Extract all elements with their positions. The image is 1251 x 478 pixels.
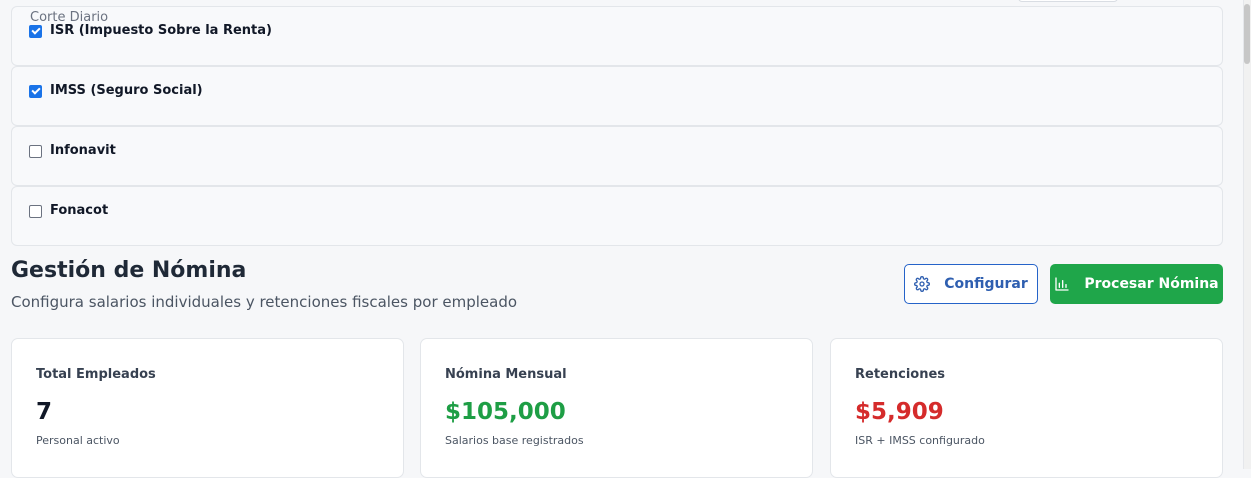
- deductions-list: ISR (Impuesto Sobre la Renta) IMSS (Segu…: [11, 6, 1223, 246]
- stat-label: Nómina Mensual: [445, 367, 567, 382]
- process-payroll-label: Procesar Nómina: [1084, 276, 1219, 292]
- isr-checkbox[interactable]: [29, 25, 42, 38]
- deduction-label: Fonacot: [50, 203, 109, 218]
- deduction-label: ISR (Impuesto Sobre la Renta): [50, 23, 272, 38]
- page-title: Gestión de Nómina: [11, 258, 247, 283]
- stat-label: Retenciones: [855, 367, 946, 382]
- infonavit-checkbox[interactable]: [29, 145, 42, 158]
- stat-sub: Personal activo: [36, 434, 120, 447]
- vertical-scrollbar[interactable]: [1243, 0, 1251, 469]
- configure-button[interactable]: Configurar: [904, 264, 1038, 304]
- stat-value: $105,000: [445, 399, 566, 425]
- stat-sub: ISR + IMSS configurado: [855, 434, 985, 447]
- top-tab-edge[interactable]: [1018, 0, 1118, 2]
- deduction-row-fonacot[interactable]: Fonacot: [11, 186, 1223, 246]
- stat-value: 7: [36, 399, 53, 425]
- deduction-row-infonavit[interactable]: Infonavit: [11, 126, 1223, 186]
- bar-chart-icon: [1054, 276, 1070, 292]
- stat-value: $5,909: [855, 399, 944, 425]
- stat-card-total-employees: Total Empleados 7 Personal activo: [11, 338, 404, 478]
- process-payroll-button[interactable]: Procesar Nómina: [1050, 264, 1223, 304]
- stat-sub: Salarios base registrados: [445, 434, 584, 447]
- gear-icon: [914, 276, 931, 292]
- deduction-row-isr[interactable]: ISR (Impuesto Sobre la Renta): [11, 6, 1223, 66]
- deduction-label: Infonavit: [50, 143, 116, 158]
- scrollbar-thumb[interactable]: [1244, 4, 1250, 64]
- deduction-label: IMSS (Seguro Social): [50, 83, 203, 98]
- stat-card-withholdings: Retenciones $5,909 ISR + IMSS configurad…: [830, 338, 1223, 478]
- corte-diario-label: Corte Diario: [30, 10, 109, 25]
- deduction-row-imss[interactable]: IMSS (Seguro Social): [11, 66, 1223, 126]
- stat-card-monthly-payroll: Nómina Mensual $105,000 Salarios base re…: [420, 338, 813, 478]
- imss-checkbox[interactable]: [29, 85, 42, 98]
- configure-button-label: Configurar: [944, 276, 1028, 292]
- page-subtitle: Configura salarios individuales y retenc…: [11, 293, 518, 311]
- stat-label: Total Empleados: [36, 367, 156, 382]
- fonacot-checkbox[interactable]: [29, 205, 42, 218]
